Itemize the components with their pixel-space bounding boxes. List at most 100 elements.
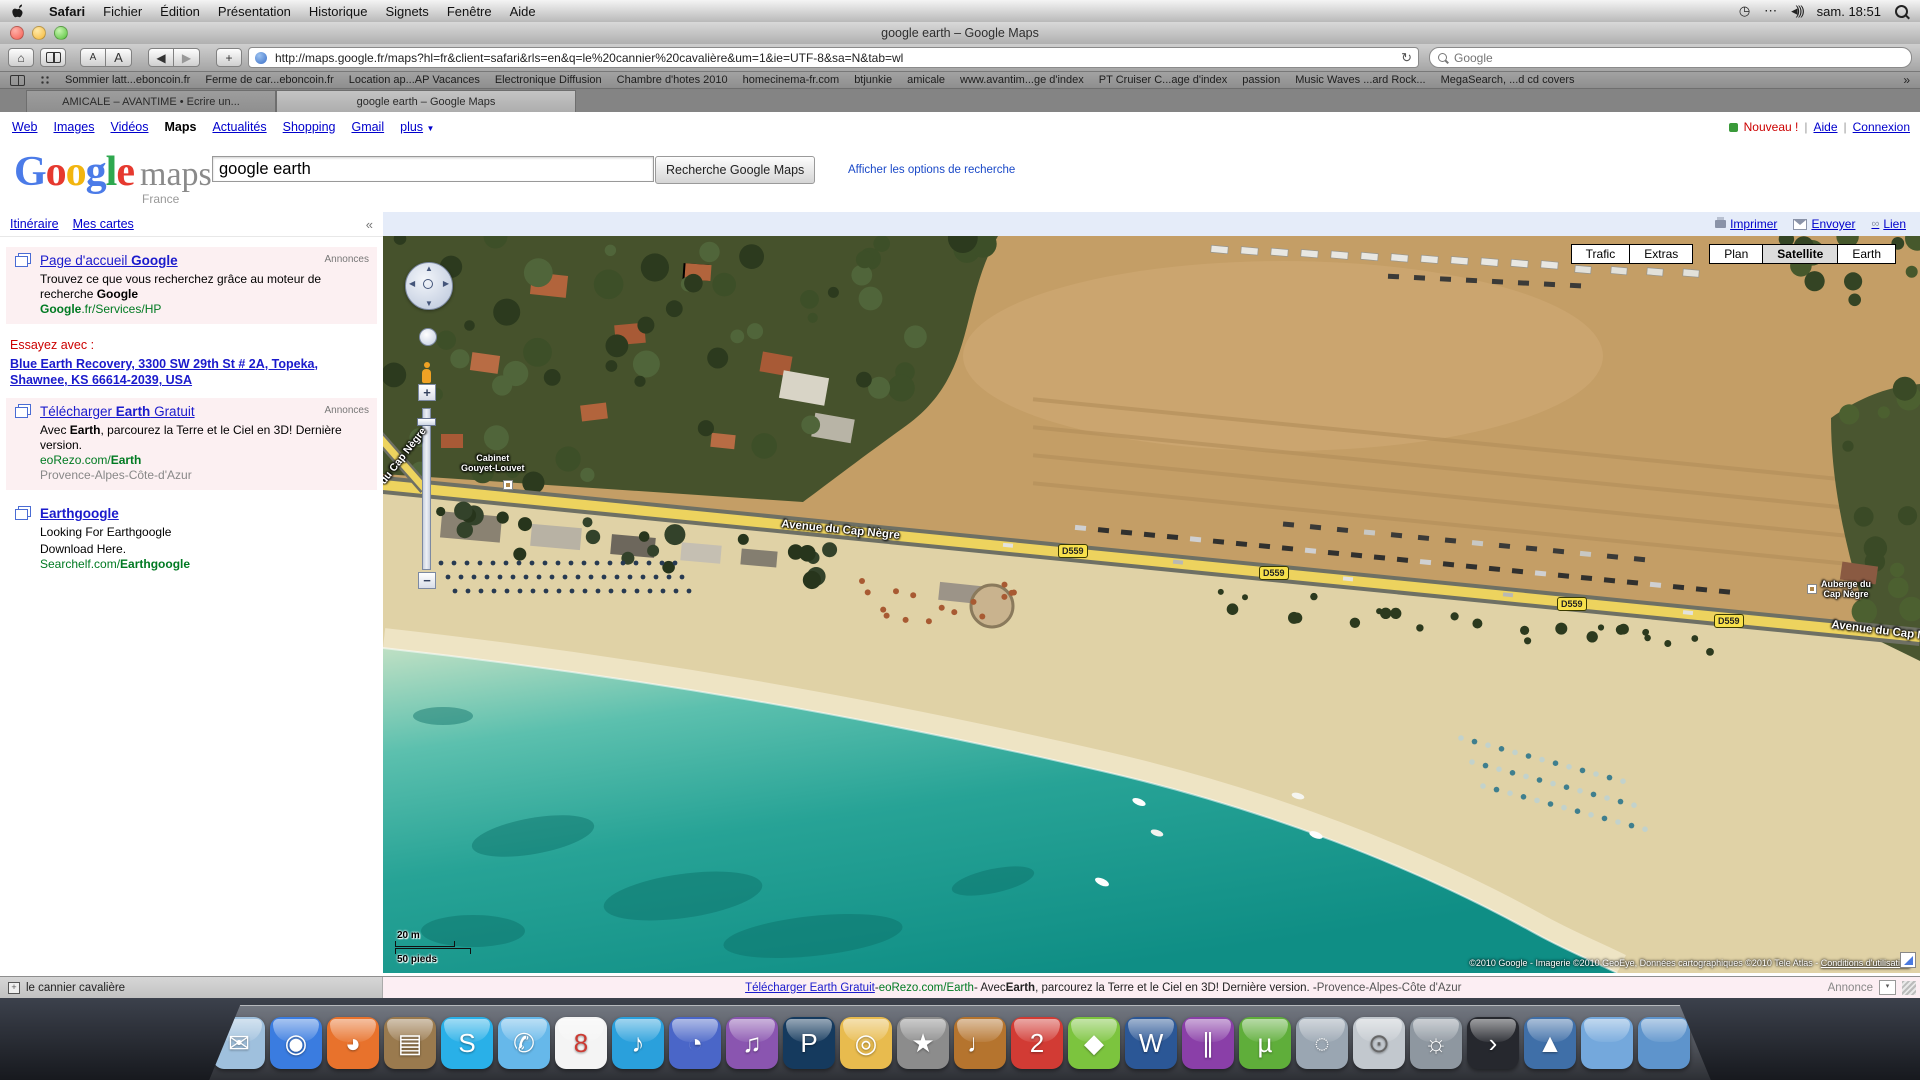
overview-map-toggle[interactable]: [1900, 952, 1916, 968]
time-machine-icon[interactable]: ◷: [1739, 3, 1750, 19]
dock-icon[interactable]: µ: [1239, 1017, 1291, 1069]
bookmark-item[interactable]: btjunkie: [854, 74, 892, 86]
status-ad-link[interactable]: Télécharger Earth Gratuit: [745, 982, 875, 994]
dock-icon[interactable]: 8: [555, 1017, 607, 1069]
satellite-button[interactable]: Satellite: [1763, 244, 1838, 264]
itineraire-link[interactable]: Itinéraire: [10, 217, 59, 231]
bookmarks-book-icon[interactable]: [10, 75, 25, 86]
google-search-field[interactable]: [1429, 47, 1912, 68]
toolbar-search-input[interactable]: [1452, 50, 1903, 66]
dock-icon[interactable]: ☺: [156, 1017, 208, 1069]
dock-icon[interactable]: [1581, 1017, 1633, 1069]
bookmark-item[interactable]: Sommier latt...eboncoin.fr: [65, 74, 190, 86]
nouveau-link[interactable]: Nouveau !: [1744, 120, 1799, 134]
new-tab-button[interactable]: +: [216, 48, 242, 67]
zoom-out-button[interactable]: −: [418, 572, 436, 589]
smaller-text-button[interactable]: A: [80, 48, 106, 67]
menu-fichier[interactable]: Fichier: [94, 4, 151, 19]
bookmark-item[interactable]: PT Cruiser C...age d'index: [1099, 74, 1227, 86]
extras-button[interactable]: Extras: [1630, 244, 1693, 264]
mes-cartes-link[interactable]: Mes cartes: [73, 217, 134, 231]
menu-signets[interactable]: Signets: [376, 4, 437, 19]
bookmark-item[interactable]: Chambre d'hotes 2010: [617, 74, 728, 86]
dock-icon[interactable]: ▲: [1524, 1017, 1576, 1069]
larger-text-button[interactable]: A: [106, 48, 132, 67]
dock-icon[interactable]: ◎: [840, 1017, 892, 1069]
bookmark-item[interactable]: passion: [1242, 74, 1280, 86]
terms-link[interactable]: Conditions d'utilisation: [1821, 958, 1910, 968]
streetview-button[interactable]: [419, 328, 437, 346]
bookmark-item[interactable]: Location ap...AP Vacances: [349, 74, 480, 86]
dock-icon[interactable]: ∥: [1182, 1017, 1234, 1069]
spotlight-icon[interactable]: [1895, 5, 1908, 18]
lien-link[interactable]: ∞Lien: [1871, 217, 1906, 231]
bookmark-item[interactable]: amicale: [907, 74, 945, 86]
maps-query-input[interactable]: [212, 156, 654, 182]
nav-plus[interactable]: plus: [400, 120, 423, 134]
menu-fenetre[interactable]: Fenêtre: [438, 4, 501, 19]
aide-link[interactable]: Aide: [1813, 120, 1837, 134]
map-canvas[interactable]: Trafic Extras Plan Satellite Earth ▲ ▼ ◀…: [383, 236, 1920, 973]
ad-title-link[interactable]: Télécharger Earth Gratuit: [40, 404, 195, 419]
menu-historique[interactable]: Historique: [300, 4, 377, 19]
menu-aide[interactable]: Aide: [501, 4, 545, 19]
reload-icon[interactable]: ↻: [1401, 50, 1412, 66]
menu-edition[interactable]: Édition: [151, 4, 209, 19]
dock-icon[interactable]: S: [441, 1017, 493, 1069]
nav-shopping[interactable]: Shopping: [283, 120, 336, 134]
dock-icon[interactable]: ⊙: [1353, 1017, 1405, 1069]
home-button[interactable]: ⌂: [8, 48, 34, 67]
dock-icon[interactable]: W: [1125, 1017, 1177, 1069]
imprimer-link[interactable]: Imprimer: [1715, 217, 1777, 231]
suggestion-link[interactable]: Blue Earth Recovery, 3300 SW 29th St # 2…: [10, 356, 350, 389]
ad-title-link[interactable]: Page d'accueil Google: [40, 253, 178, 268]
plus-box-icon[interactable]: +: [8, 982, 20, 994]
annonce-dropdown[interactable]: ▾: [1879, 980, 1896, 995]
tab-google-earth[interactable]: google earth – Google Maps: [276, 90, 576, 112]
dock-icon[interactable]: ★: [897, 1017, 949, 1069]
trafic-button[interactable]: Trafic: [1571, 244, 1631, 264]
trash-icon[interactable]: ▥: [1712, 1017, 1764, 1069]
dock-icon[interactable]: ›: [1467, 1017, 1519, 1069]
nav-maps[interactable]: Maps: [164, 120, 196, 134]
dock-icon[interactable]: [1638, 1017, 1690, 1069]
dock-icon[interactable]: ▤: [384, 1017, 436, 1069]
search-options-link[interactable]: Afficher les options de recherche: [848, 164, 1015, 176]
bookmarks-grid-icon[interactable]: [40, 75, 50, 85]
menu-clock[interactable]: sam. 18:51: [1817, 4, 1881, 19]
menu-presentation[interactable]: Présentation: [209, 4, 300, 19]
bookmarks-overflow[interactable]: »: [1903, 73, 1910, 87]
pan-up-icon[interactable]: ▲: [425, 264, 433, 273]
poi-icon[interactable]: [1807, 584, 1817, 594]
pan-center-button[interactable]: [423, 279, 433, 289]
dock-icon[interactable]: 2: [1011, 1017, 1063, 1069]
bookmark-item[interactable]: Electronique Diffusion: [495, 74, 602, 86]
envoyer-link[interactable]: Envoyer: [1793, 217, 1855, 231]
nav-gmail[interactable]: Gmail: [351, 120, 384, 134]
volume-icon[interactable]: ◂))): [1791, 3, 1803, 19]
dock-icon[interactable]: P: [783, 1017, 835, 1069]
bookmark-item[interactable]: www.avantim...ge d'index: [960, 74, 1084, 86]
dock-icon[interactable]: ♫: [726, 1017, 778, 1069]
pegman-icon[interactable]: [421, 362, 432, 384]
dock-icon[interactable]: ◔: [669, 1017, 721, 1069]
menu-safari[interactable]: Safari: [40, 4, 94, 19]
bookmarks-button[interactable]: [40, 48, 66, 67]
nav-actualites[interactable]: Actualités: [212, 120, 266, 134]
displays-icon[interactable]: ⋯: [1764, 3, 1777, 19]
dock-icon[interactable]: ◆: [1068, 1017, 1120, 1069]
bookmark-item[interactable]: MegaSearch, ...d cd covers: [1441, 74, 1575, 86]
address-bar[interactable]: ↻: [248, 47, 1419, 68]
apple-menu-icon[interactable]: [12, 3, 26, 19]
tab-amicale[interactable]: AMICALE – AVANTIME • Ecrire un...: [26, 90, 276, 112]
nav-videos[interactable]: Vidéos: [110, 120, 148, 134]
title-bar[interactable]: google earth – Google Maps: [0, 22, 1920, 45]
dock-icon[interactable]: ✆: [498, 1017, 550, 1069]
dock-icon[interactable]: ◕: [327, 1017, 379, 1069]
map-pan-control[interactable]: ▲ ▼ ◀ ▶: [405, 262, 453, 310]
poi-icon[interactable]: [503, 480, 513, 490]
plan-button[interactable]: Plan: [1709, 244, 1763, 264]
dock-icon[interactable]: ◌: [1296, 1017, 1348, 1069]
ad-title-link[interactable]: Earthgoogle: [40, 506, 119, 521]
dock-icon[interactable]: ♩: [954, 1017, 1006, 1069]
